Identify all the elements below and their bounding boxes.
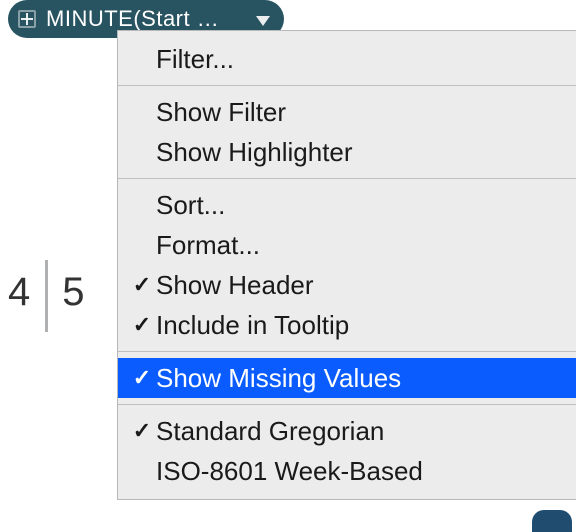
axis-ticks: 4 5 — [0, 260, 94, 332]
menu-item-label: ISO-8601 Week-Based — [156, 456, 423, 487]
axis-tick-mark — [45, 260, 48, 332]
menu-separator — [118, 85, 576, 86]
menu-item-label: Show Header — [156, 270, 314, 301]
check-icon: ✓ — [128, 418, 156, 444]
menu-item-show-missing-values[interactable]: ✓ Show Missing Values — [118, 358, 576, 398]
menu-item-label: Format... — [156, 230, 260, 261]
axis-tick-label: 5 — [54, 270, 93, 323]
menu-item-show-header[interactable]: ✓ Show Header — [118, 265, 576, 305]
menu-separator — [118, 351, 576, 352]
menu-item-filter[interactable]: Filter... — [118, 39, 576, 79]
partial-blue-element — [532, 510, 572, 532]
menu-separator — [118, 178, 576, 179]
menu-item-iso-8601[interactable]: ISO-8601 Week-Based — [118, 451, 576, 491]
menu-item-include-in-tooltip[interactable]: ✓ Include in Tooltip — [118, 305, 576, 345]
check-icon: ✓ — [128, 365, 156, 391]
menu-item-standard-gregorian[interactable]: ✓ Standard Gregorian — [118, 411, 576, 451]
menu-item-sort[interactable]: Sort... — [118, 185, 576, 225]
check-icon: ✓ — [128, 272, 156, 298]
field-pill-label: MINUTE(Start … — [46, 6, 246, 32]
menu-item-label: Show Filter — [156, 97, 286, 128]
menu-item-label: Show Highlighter — [156, 137, 353, 168]
check-icon: ✓ — [128, 312, 156, 338]
axis-tick-label: 4 — [0, 270, 39, 323]
menu-separator — [118, 404, 576, 405]
menu-item-format[interactable]: Format... — [118, 225, 576, 265]
menu-item-label: Sort... — [156, 190, 225, 221]
menu-item-show-highlighter[interactable]: Show Highlighter — [118, 132, 576, 172]
menu-item-label: Include in Tooltip — [156, 310, 349, 341]
field-context-menu: Filter... Show Filter Show Highlighter S… — [117, 30, 576, 500]
caret-down-icon[interactable] — [256, 6, 270, 32]
menu-item-show-filter[interactable]: Show Filter — [118, 92, 576, 132]
menu-item-label: Filter... — [156, 44, 234, 75]
expand-icon — [18, 10, 36, 28]
menu-item-label: Standard Gregorian — [156, 416, 384, 447]
menu-item-label: Show Missing Values — [156, 363, 401, 394]
